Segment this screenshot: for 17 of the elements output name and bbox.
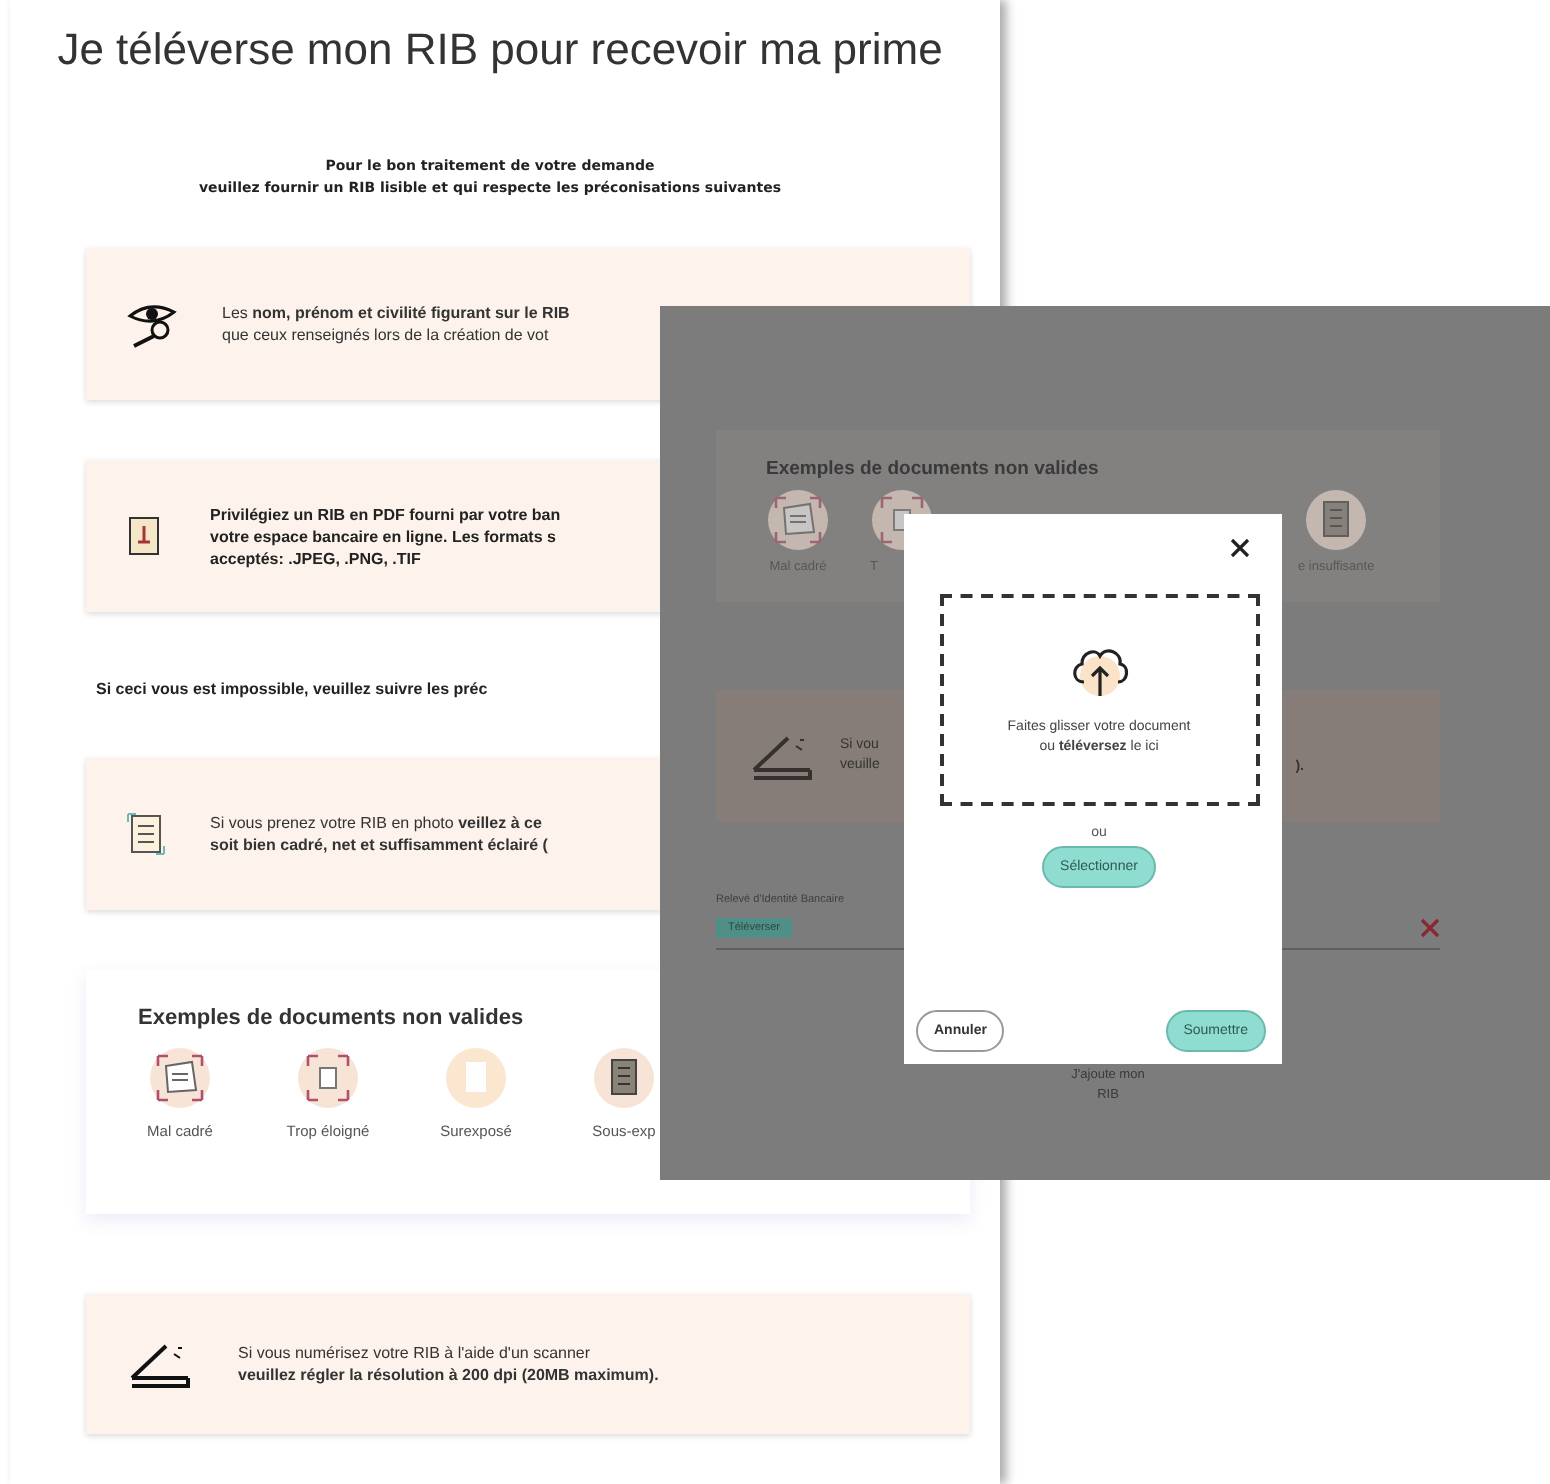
tip-text: Les nom, prénom et civilité figurant sur le RIB que ceux renseignés lors de la création de vot [222, 302, 570, 346]
close-icon[interactable] [1230, 538, 1250, 558]
page-title: Je téléverse mon RIB pour recevoir ma prime [55, 24, 945, 76]
framed-document-icon [148, 1046, 212, 1110]
tip-text: Si vous prenez votre RIB en photo veillez à ce soit bien cadré, net et suffisamment éclairé ( [210, 812, 548, 856]
small-document-icon [296, 1046, 360, 1110]
examples-title: Exemples de documents non valides [138, 1006, 526, 1030]
checklist-icon [126, 812, 166, 856]
eye-magnifier-icon [126, 300, 178, 348]
framed-document-icon [766, 488, 830, 552]
blank-page-icon [444, 1046, 508, 1110]
dark-document-icon [1304, 488, 1369, 552]
tip-text: Privilégiez un RIB en PDF fourni par votre ban votre espace bancaire en ligne. Les formats s acceptés: .JPEG, .PNG, .TIF [210, 503, 561, 569]
dark-document-icon [592, 1046, 656, 1110]
examples-title: Exemples de documents non valides [766, 458, 1101, 480]
tip-text: Si vous numérisez votre RIB à l'aide d'un scanner veuillez régler la résolution à 200 dpi (20MB maximum). [238, 1342, 659, 1386]
note-text: Si ceci vous est impossible, veuillez suivre les préc [94, 680, 490, 698]
